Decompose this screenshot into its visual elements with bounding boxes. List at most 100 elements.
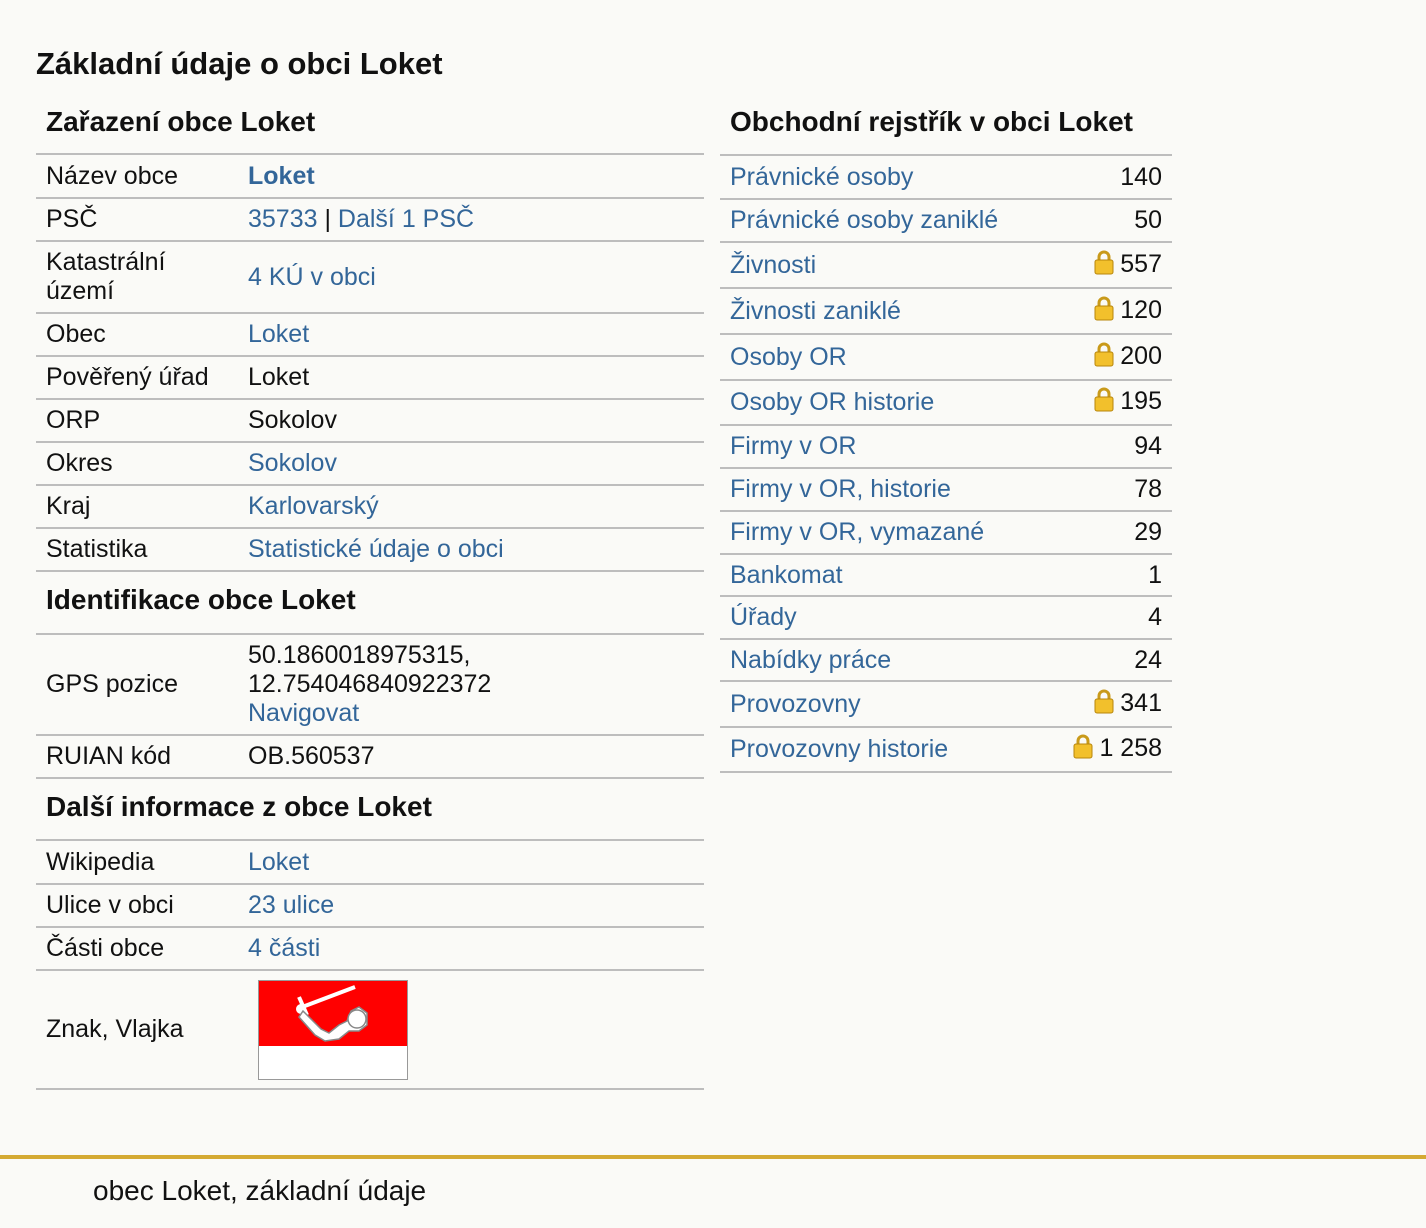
table-row: Katastrální území 4 KÚ v obci [36, 241, 704, 314]
right-column: Obchodní rejstřík v obci Loket Právnické… [720, 98, 1172, 773]
rejstrik-link[interactable]: Osoby OR [730, 343, 847, 371]
table-row: PSČ 35733 | Další 1 PSČ [36, 198, 704, 242]
okres-link[interactable]: Sokolov [248, 449, 337, 477]
table-row: Firmy v OR, vymazané 29 [720, 511, 1172, 555]
rejstrik-count: 557 [1120, 249, 1162, 278]
row-label: RUIAN kód [36, 735, 238, 779]
table-row: Právnické osoby zaniklé 50 [720, 199, 1172, 243]
rejstrik-link[interactable]: Úřady [730, 603, 797, 631]
psc-link[interactable]: 35733 [248, 205, 318, 233]
casti-link[interactable]: 4 části [248, 934, 320, 962]
table-row: Pověřený úřad Loket [36, 356, 704, 400]
obec-link[interactable]: Loket [248, 320, 309, 348]
lock-icon [1094, 688, 1114, 721]
lock-icon [1073, 733, 1093, 766]
table-row: Osoby OR 200 [720, 334, 1172, 381]
table-row: Osoby OR historie 195 [720, 380, 1172, 426]
table-row: Úřady 4 [720, 596, 1172, 640]
more-psc-link[interactable]: Další 1 PSČ [338, 205, 474, 233]
table-row: Okres Sokolov [36, 442, 704, 486]
table-row: RUIAN kód OB.560537 [36, 735, 704, 779]
table-row: Statistika Statistické údaje o obci [36, 528, 704, 572]
rejstrik-count: 1 258 [1099, 734, 1162, 762]
arm-sword-emblem-icon [259, 980, 407, 1079]
rejstrik-link[interactable]: Firmy v OR, historie [730, 475, 951, 503]
footer: obec Loket, základní údaje [0, 1155, 1426, 1228]
rejstrik-link[interactable]: Nabídky práce [730, 646, 891, 674]
table-row: Živnosti 557 [720, 242, 1172, 289]
identifikace-table: GPS pozice 50.1860018975315, 12.75404684… [36, 635, 704, 779]
table-row: Firmy v OR 94 [720, 425, 1172, 469]
table-row: Ulice v obci 23 ulice [36, 884, 704, 928]
rejstrik-link[interactable]: Firmy v OR [730, 432, 856, 460]
left-column: Zařazení obce Loket Název obce Loket PSČ… [36, 98, 704, 1090]
rejstrik-count: 50 [1134, 206, 1162, 234]
statistika-link[interactable]: Statistické údaje o obci [248, 535, 504, 563]
rejstrik-count: 195 [1120, 387, 1162, 415]
table-row: Kraj Karlovarský [36, 485, 704, 529]
table-row: ORP Sokolov [36, 399, 704, 443]
row-label: Části obce [36, 927, 238, 971]
row-label: Wikipedia [36, 841, 238, 885]
rejstrik-count: 1 [1148, 560, 1162, 589]
table-row: Wikipedia Loket [36, 841, 704, 885]
rejstrik-link[interactable]: Právnické osoby [730, 163, 913, 191]
ruian-value: OB.560537 [238, 735, 704, 779]
row-label: Pověřený úřad [36, 356, 238, 400]
table-row: Bankomat 1 [720, 554, 1172, 597]
table-row: Provozovny 341 [720, 681, 1172, 728]
rejstrik-table: Právnické osoby 140 Právnické osoby zanikl… [720, 156, 1172, 773]
orp-value: Sokolov [238, 399, 704, 443]
flag-image[interactable] [258, 979, 408, 1080]
section-title-zarazeni: Zařazení obce Loket [36, 98, 704, 155]
table-row: Nabídky práce 24 [720, 639, 1172, 682]
gps-longitude: 12.754046840922372 [248, 670, 492, 698]
table-row: Firmy v OR, historie 78 [720, 468, 1172, 512]
rejstrik-link[interactable]: Provozovny [730, 690, 861, 718]
section-title-rejstrik: Obchodní rejstřík v obci Loket [720, 98, 1172, 156]
rejstrik-count: 94 [1134, 432, 1162, 460]
kraj-link[interactable]: Karlovarský [248, 492, 379, 520]
row-label: Katastrální území [36, 241, 238, 314]
row-label: Znak, Vlajka [36, 970, 238, 1090]
rejstrik-link[interactable]: Bankomat [730, 561, 843, 589]
obec-name-link[interactable]: Loket [248, 162, 315, 190]
navigate-link[interactable]: Navigovat [248, 699, 359, 727]
lock-icon [1094, 386, 1114, 419]
dalsi-table: Wikipedia Loket Ulice v obci 23 ulice Čá… [36, 841, 704, 1090]
povereny-value: Loket [238, 356, 704, 400]
zarazeni-table: Název obce Loket PSČ 35733 | Další 1 PSČ… [36, 155, 704, 572]
psc-separator: | [317, 205, 338, 233]
row-label: Statistika [36, 528, 238, 572]
rejstrik-count: 140 [1120, 162, 1162, 191]
rejstrik-count: 24 [1134, 645, 1162, 674]
wikipedia-link[interactable]: Loket [248, 848, 309, 876]
ulice-link[interactable]: 23 ulice [248, 891, 334, 919]
lock-icon [1094, 295, 1114, 328]
row-label: Okres [36, 442, 238, 486]
table-row: Znak, Vlajka [36, 970, 704, 1090]
table-row: Obec Loket [36, 313, 704, 357]
table-row: Živnosti zaniklé 120 [720, 288, 1172, 335]
table-row: Právnické osoby 140 [720, 156, 1172, 200]
row-label: Kraj [36, 485, 238, 529]
rejstrik-link[interactable]: Firmy v OR, vymazané [730, 518, 984, 546]
rejstrik-count: 341 [1120, 688, 1162, 717]
rejstrik-link[interactable]: Živnosti zaniklé [730, 297, 901, 325]
lock-icon [1094, 249, 1114, 282]
gps-latitude: 50.1860018975315, [248, 641, 471, 669]
page-title: Základní údaje o obci Loket [36, 46, 443, 81]
rejstrik-count: 78 [1134, 475, 1162, 503]
rejstrik-link[interactable]: Právnické osoby zaniklé [730, 206, 998, 234]
rejstrik-count: 4 [1148, 603, 1162, 631]
section-title-dalsi: Další informace z obce Loket [36, 779, 704, 841]
rejstrik-link[interactable]: Provozovny historie [730, 735, 948, 763]
row-label: Název obce [36, 155, 238, 199]
row-label: Ulice v obci [36, 884, 238, 928]
rejstrik-link[interactable]: Živnosti [730, 251, 816, 279]
katastr-link[interactable]: 4 KÚ v obci [248, 263, 376, 291]
rejstrik-link[interactable]: Osoby OR historie [730, 388, 934, 416]
table-row: Provozovny historie 1 258 [720, 727, 1172, 773]
table-row: GPS pozice 50.1860018975315, 12.75404684… [36, 635, 704, 736]
row-label: PSČ [36, 198, 238, 242]
